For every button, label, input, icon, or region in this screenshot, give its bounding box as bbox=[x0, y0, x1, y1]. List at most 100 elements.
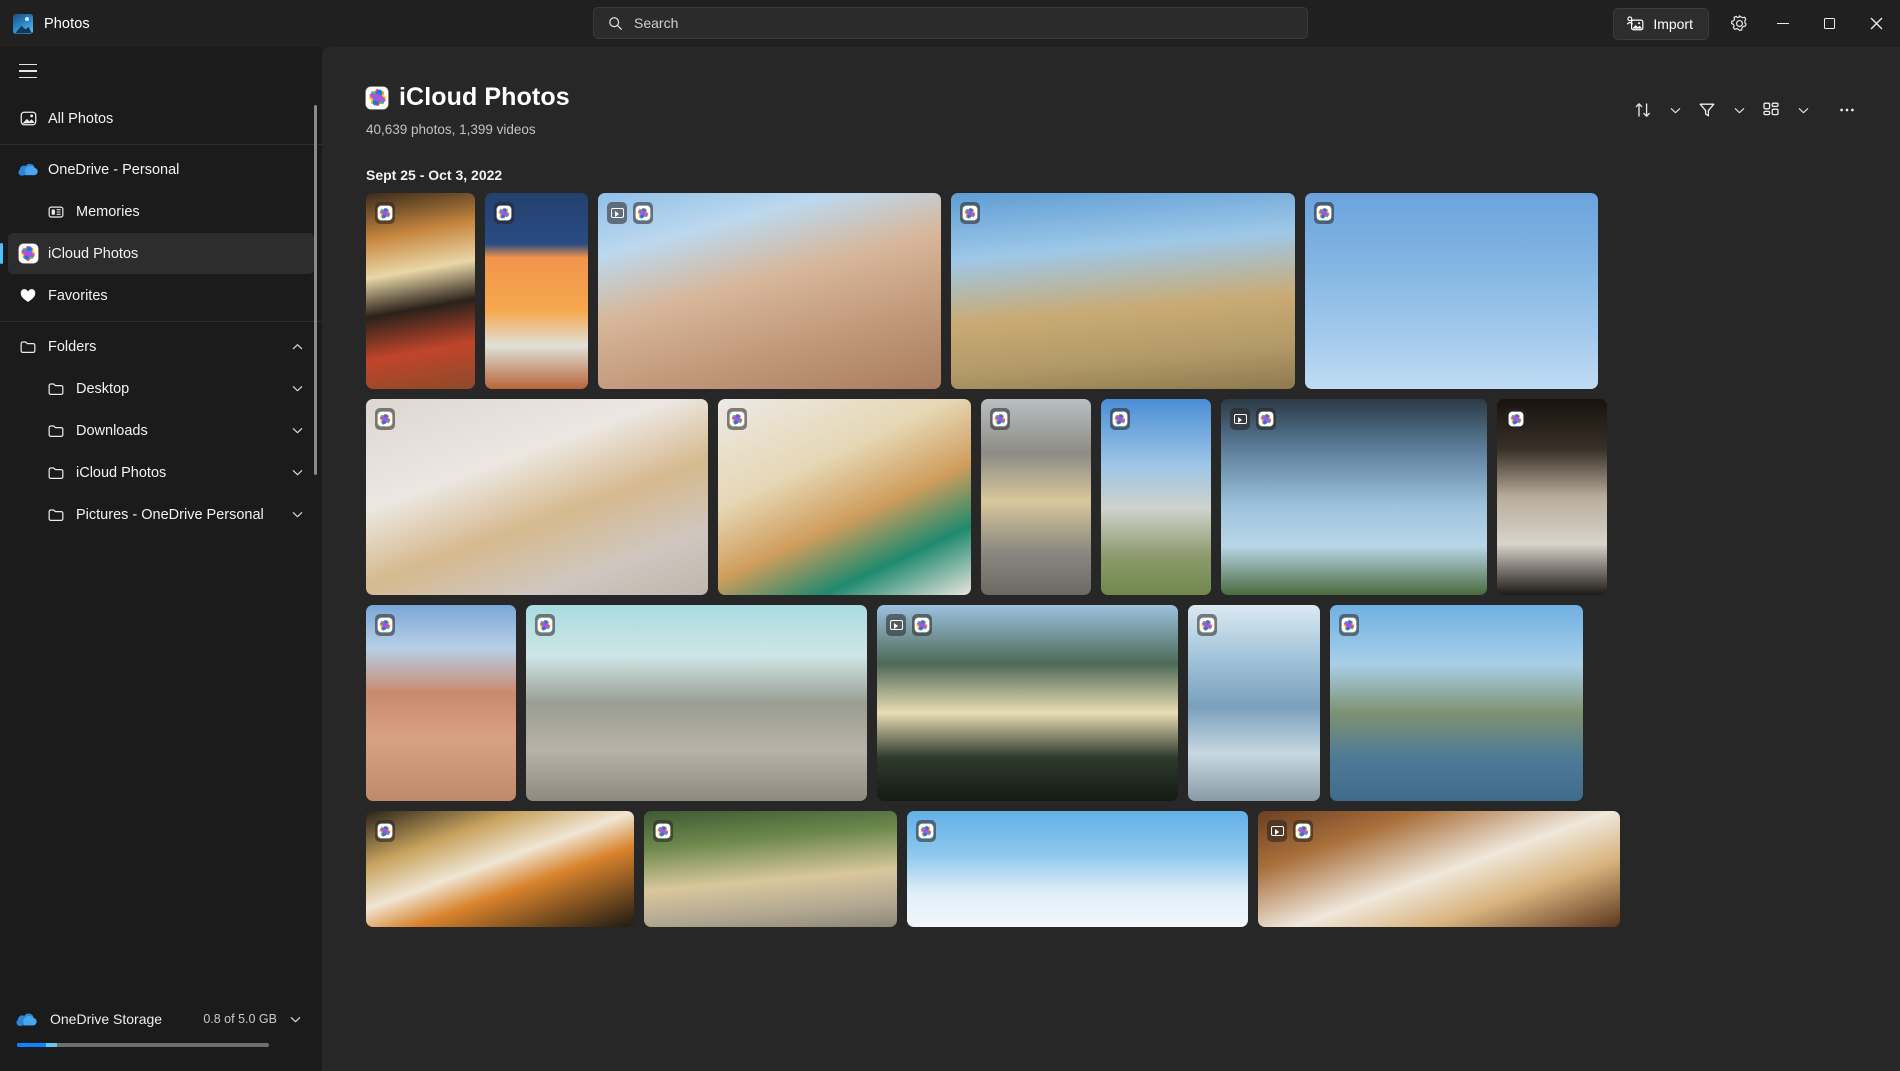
icloud-badge bbox=[727, 408, 747, 430]
filter-button[interactable] bbox=[1690, 93, 1724, 127]
sidebar-item-onedrive-personal[interactable]: OneDrive - Personal bbox=[8, 149, 314, 190]
icloud-badge bbox=[375, 820, 395, 842]
close-icon bbox=[1870, 17, 1883, 30]
tile-badges bbox=[990, 408, 1010, 430]
sidebar-item-folders[interactable]: Folders bbox=[8, 326, 314, 367]
import-photos-icon bbox=[1627, 15, 1644, 30]
photo-tile-eiffel-tower[interactable] bbox=[1221, 399, 1487, 595]
chevron-down-icon[interactable] bbox=[291, 466, 304, 479]
chevron-down-icon[interactable] bbox=[291, 382, 304, 395]
minimize-button[interactable] bbox=[1759, 0, 1806, 47]
import-button-label: Import bbox=[1653, 15, 1693, 32]
sidebar-item-chevron[interactable] bbox=[280, 508, 314, 521]
icloud-photos-icon bbox=[993, 412, 1007, 426]
more-options-button[interactable] bbox=[1830, 93, 1864, 127]
photo-tile-bikes-beach[interactable] bbox=[1101, 399, 1211, 595]
chevron-down-icon[interactable] bbox=[291, 424, 304, 437]
main-content: iCloud Photos 40,639 photos, 1,399 video… bbox=[322, 47, 1900, 1071]
sidebar-scrollbar[interactable] bbox=[314, 105, 317, 475]
chevron-down-icon[interactable] bbox=[289, 1013, 302, 1026]
folder-icon bbox=[20, 340, 36, 353]
hamburger-icon[interactable] bbox=[9, 54, 47, 88]
close-button[interactable] bbox=[1853, 0, 1900, 47]
sidebar-item-chevron[interactable] bbox=[280, 382, 314, 395]
onedrive-storage[interactable]: OneDrive Storage 0.8 of 5.0 GB bbox=[0, 987, 322, 1071]
sidebar-item-icloud-photos[interactable]: iCloud Photos bbox=[0, 233, 314, 274]
icloud-badge bbox=[960, 202, 980, 224]
photo-tile-swing-ride-tower[interactable] bbox=[1305, 193, 1598, 389]
photo-tile-breakfast-bowl-egg[interactable] bbox=[366, 811, 634, 927]
storage-progress-bar bbox=[17, 1043, 269, 1047]
photo-tile-dog-street-rainbow[interactable] bbox=[981, 399, 1091, 595]
photo-tile-dog-river[interactable] bbox=[644, 811, 897, 927]
icloud-badge bbox=[375, 408, 395, 430]
photo-tile-joshua-tree-desert[interactable] bbox=[951, 193, 1295, 389]
photo-tile-plated-dish-wood[interactable] bbox=[1258, 811, 1620, 927]
storage-amount: 0.8 of 5.0 GB bbox=[203, 1012, 277, 1026]
maximize-button[interactable] bbox=[1806, 0, 1853, 47]
settings-button[interactable] bbox=[1719, 5, 1759, 43]
photo-tile-hiker-red-rocks[interactable] bbox=[366, 605, 516, 801]
view-layout-button[interactable] bbox=[1754, 93, 1788, 127]
photo-tile-vancouver-skyline[interactable] bbox=[526, 605, 867, 801]
tile-badges bbox=[960, 202, 980, 224]
icloud-badge bbox=[375, 614, 395, 636]
photo-tile-breakfast-skillet[interactable] bbox=[366, 193, 475, 389]
sidebar-item-chevron[interactable] bbox=[280, 466, 314, 479]
chevron-up-icon[interactable] bbox=[291, 340, 304, 353]
folder-icon bbox=[48, 382, 64, 395]
chevron-down-icon bbox=[1670, 107, 1680, 113]
photo-tile-sunlit-shore[interactable] bbox=[1188, 605, 1320, 801]
video-play-icon bbox=[1233, 414, 1247, 424]
icloud-photos-icon bbox=[1342, 618, 1356, 632]
video-badge bbox=[1267, 820, 1287, 842]
sort-arrows-icon bbox=[1635, 103, 1650, 117]
tile-badges bbox=[607, 202, 653, 224]
photo-tile-joshua-tree-rocks[interactable] bbox=[598, 193, 941, 389]
chevron-down-icon bbox=[1798, 107, 1808, 113]
tile-badges bbox=[1110, 408, 1130, 430]
tile-badges bbox=[1230, 408, 1276, 430]
icloud-photos-icon bbox=[656, 824, 670, 838]
memories-icon bbox=[48, 206, 64, 218]
sidebar-item-memories[interactable]: Memories bbox=[8, 191, 314, 232]
chevron-down-icon[interactable] bbox=[291, 508, 304, 521]
sidebar-item-pictures-onedrive-personal[interactable]: Pictures - OneDrive Personal bbox=[8, 494, 314, 535]
photo-tile-sunbeam-forest[interactable] bbox=[877, 605, 1178, 801]
video-play-icon bbox=[1270, 826, 1284, 836]
photo-row bbox=[366, 605, 1862, 801]
sidebar-item-downloads[interactable]: Downloads bbox=[8, 410, 314, 451]
tile-badges bbox=[535, 614, 555, 636]
sidebar-item-chevron[interactable] bbox=[280, 424, 314, 437]
photo-grid bbox=[322, 193, 1900, 927]
sort-button[interactable] bbox=[1626, 93, 1660, 127]
sort-dropdown-button[interactable] bbox=[1662, 93, 1688, 127]
photo-row bbox=[366, 399, 1862, 595]
app-title: Photos bbox=[44, 15, 90, 32]
icloud-badge bbox=[653, 820, 673, 842]
sidebar-item-desktop[interactable]: Desktop bbox=[8, 368, 314, 409]
storage-label: OneDrive Storage bbox=[50, 1011, 163, 1027]
icloud-photos-icon bbox=[730, 412, 744, 426]
photo-tile-dog-on-chair[interactable] bbox=[366, 399, 708, 595]
photo-tile-lake-cliffs[interactable] bbox=[1330, 605, 1583, 801]
memories-icon bbox=[36, 203, 76, 221]
page-title-row: iCloud Photos bbox=[366, 83, 1626, 112]
sidebar-item-icloud-photos[interactable]: iCloud Photos bbox=[8, 452, 314, 493]
import-button[interactable]: Import bbox=[1613, 7, 1709, 40]
sidebar-item-favorites[interactable]: Favorites bbox=[8, 275, 314, 316]
photo-tile-louvre-archway[interactable] bbox=[1497, 399, 1607, 595]
folder-icon bbox=[36, 380, 76, 398]
view-dropdown-button[interactable] bbox=[1790, 93, 1816, 127]
sidebar-item-chevron[interactable] bbox=[280, 340, 314, 353]
search-input[interactable]: Search bbox=[593, 7, 1308, 39]
photo-tile-clouds-sky[interactable] bbox=[907, 811, 1248, 927]
sidebar-item-all-photos[interactable]: All Photos bbox=[8, 98, 314, 139]
photo-tile-orange-mural[interactable] bbox=[485, 193, 588, 389]
filter-dropdown-button[interactable] bbox=[1726, 93, 1752, 127]
video-play-icon bbox=[610, 208, 624, 218]
video-badge bbox=[607, 202, 627, 224]
sidebar-item-label: Downloads bbox=[76, 422, 148, 439]
icloud-photos-icon bbox=[636, 206, 650, 220]
photo-tile-flatbread-latte[interactable] bbox=[718, 399, 971, 595]
